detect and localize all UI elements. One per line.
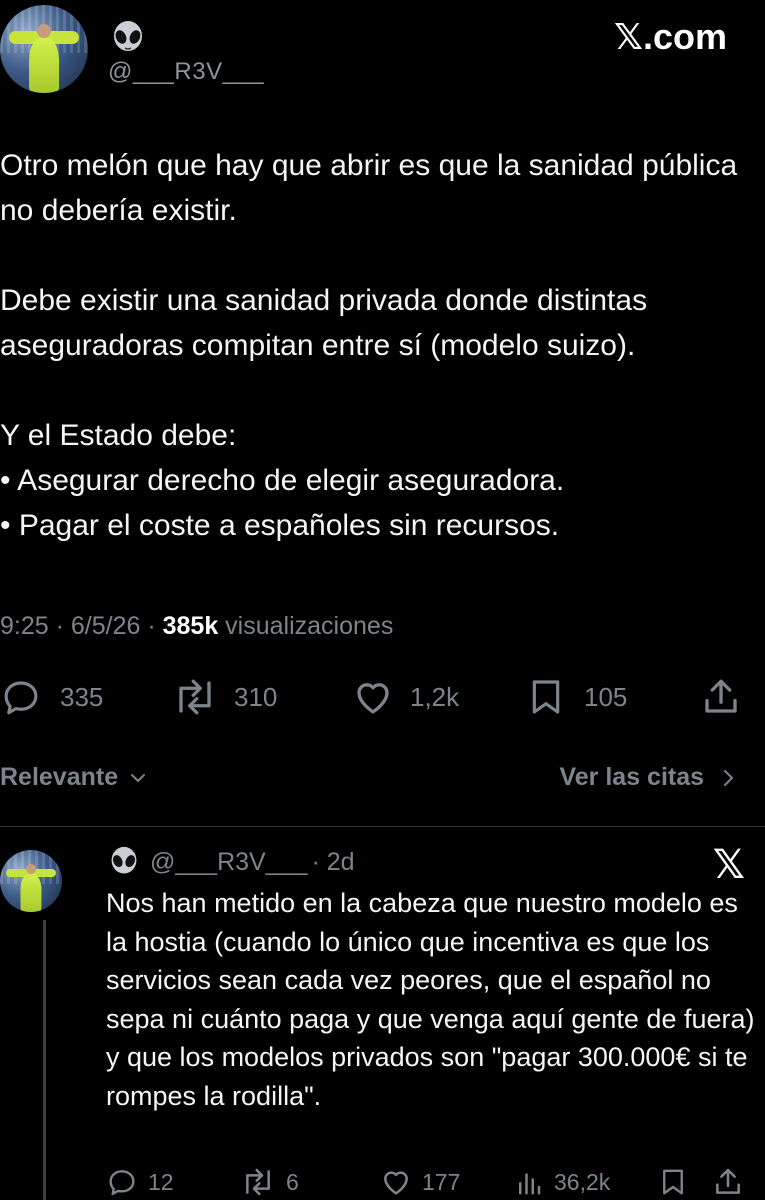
retweet-count: 310 bbox=[234, 681, 278, 712]
reply-text: Nos han metido en la cabeza que nuestro … bbox=[106, 888, 755, 1111]
retweet-icon bbox=[179, 679, 211, 715]
reply-share-button[interactable] bbox=[712, 1166, 744, 1198]
views-count: 385k bbox=[162, 612, 219, 640]
heart-icon bbox=[357, 683, 389, 714]
view-quotes-label: Ver las citas bbox=[559, 763, 705, 791]
alien-emoji-icon bbox=[110, 20, 146, 56]
reply-icon bbox=[4, 681, 38, 715]
reply-time[interactable]: · 2d bbox=[311, 848, 354, 877]
replies-sort-bar: Relevante Ver las citas bbox=[0, 760, 765, 800]
share-icon bbox=[716, 1168, 740, 1194]
x-logo: 𝕏 bbox=[712, 843, 745, 887]
reply-reply-count: 12 bbox=[148, 1168, 174, 1195]
share-icon bbox=[705, 679, 737, 713]
tweet-paragraph: Otro melón que hay que abrir es que la s… bbox=[0, 149, 738, 227]
author-handle[interactable]: @___R3V___ bbox=[108, 58, 264, 86]
tweet-paragraph: Y el Estado debe: bbox=[0, 419, 237, 452]
view-quotes-link[interactable]: Ver las citas bbox=[559, 763, 737, 792]
reply-like-count: 177 bbox=[422, 1168, 461, 1195]
reply-button[interactable]: 335 bbox=[0, 676, 103, 718]
x-logo: 𝕏.com bbox=[613, 16, 727, 57]
tweet-bullet: • Asegurar derecho de elegir aseguradora… bbox=[0, 464, 565, 497]
reply-reply-button[interactable]: 12 bbox=[106, 1166, 174, 1198]
share-button[interactable] bbox=[700, 676, 742, 718]
reply-views-count: 36,2k bbox=[554, 1168, 611, 1195]
bookmark-icon bbox=[663, 1169, 683, 1195]
views-label: visualizaciones bbox=[218, 612, 394, 640]
alien-emoji-icon bbox=[108, 846, 140, 878]
reply-handle[interactable]: @___R3V___ bbox=[150, 848, 307, 877]
reply-bookmark-button[interactable] bbox=[658, 1166, 688, 1198]
like-button[interactable]: 1,2k bbox=[352, 676, 459, 718]
tweet-meta: 9:25 · 6/5/26 · 385k visualizaciones bbox=[0, 612, 393, 641]
views-chart-icon bbox=[519, 1173, 541, 1195]
tweet-bullet: • Pagar el coste a españoles sin recurso… bbox=[0, 509, 560, 542]
tweet-text: Otro melón que hay que abrir es que la s… bbox=[0, 143, 765, 548]
relevance-label: Relevante bbox=[0, 763, 119, 791]
author-avatar[interactable] bbox=[0, 5, 88, 93]
like-count: 1,2k bbox=[410, 681, 460, 712]
heart-icon bbox=[384, 1171, 408, 1195]
tweet-paragraph: Debe existir una sanidad privada donde d… bbox=[0, 284, 648, 362]
divider bbox=[0, 826, 765, 827]
reply-action-bar: 12 6 177 36,2k bbox=[0, 1166, 765, 1200]
chevron-right-icon bbox=[724, 770, 734, 787]
tweet-screen: @___R3V___ 𝕏.com Otro melón que hay que … bbox=[0, 0, 765, 1200]
tweet-timestamp[interactable]: 9:25 · 6/5/26 · bbox=[0, 612, 163, 640]
reply-retweet-button[interactable]: 6 bbox=[240, 1166, 299, 1198]
retweet-button[interactable]: 310 bbox=[172, 676, 277, 718]
tweet-action-bar: 335 310 1,2k 105 bbox=[0, 676, 765, 720]
chevron-down-icon bbox=[131, 774, 146, 783]
bookmark-icon bbox=[532, 680, 560, 714]
reply-views-button[interactable]: 36,2k bbox=[514, 1166, 610, 1198]
reply-like-button[interactable]: 177 bbox=[380, 1166, 460, 1198]
bookmark-button[interactable]: 105 bbox=[526, 676, 627, 718]
reply-count: 335 bbox=[60, 681, 104, 712]
reply-retweet-count: 6 bbox=[286, 1168, 299, 1195]
retweet-icon bbox=[246, 1168, 270, 1196]
bookmark-count: 105 bbox=[584, 681, 628, 712]
reply-icon bbox=[109, 1170, 135, 1196]
relevance-dropdown[interactable]: Relevante bbox=[0, 763, 147, 792]
thread-line bbox=[43, 920, 46, 1200]
reply-header: @___R3V___ · 2d bbox=[108, 846, 355, 878]
reply-author-avatar[interactable] bbox=[0, 850, 62, 912]
